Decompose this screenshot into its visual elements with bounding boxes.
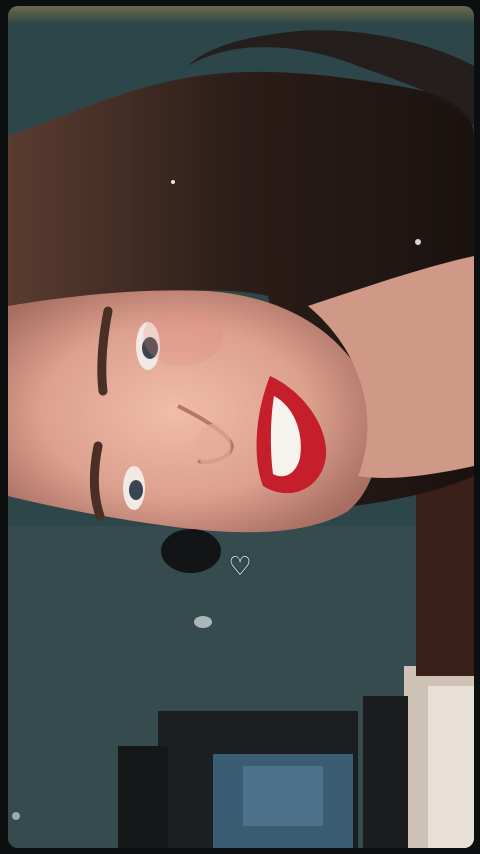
status-dot xyxy=(12,812,20,820)
photo xyxy=(8,6,474,848)
round-object xyxy=(161,529,221,573)
photo-illustration xyxy=(8,6,474,848)
like-heart-icon[interactable]: ♡ xyxy=(226,552,254,582)
story-viewer: ♡ xyxy=(0,0,480,854)
ceiling-strip xyxy=(8,6,474,24)
